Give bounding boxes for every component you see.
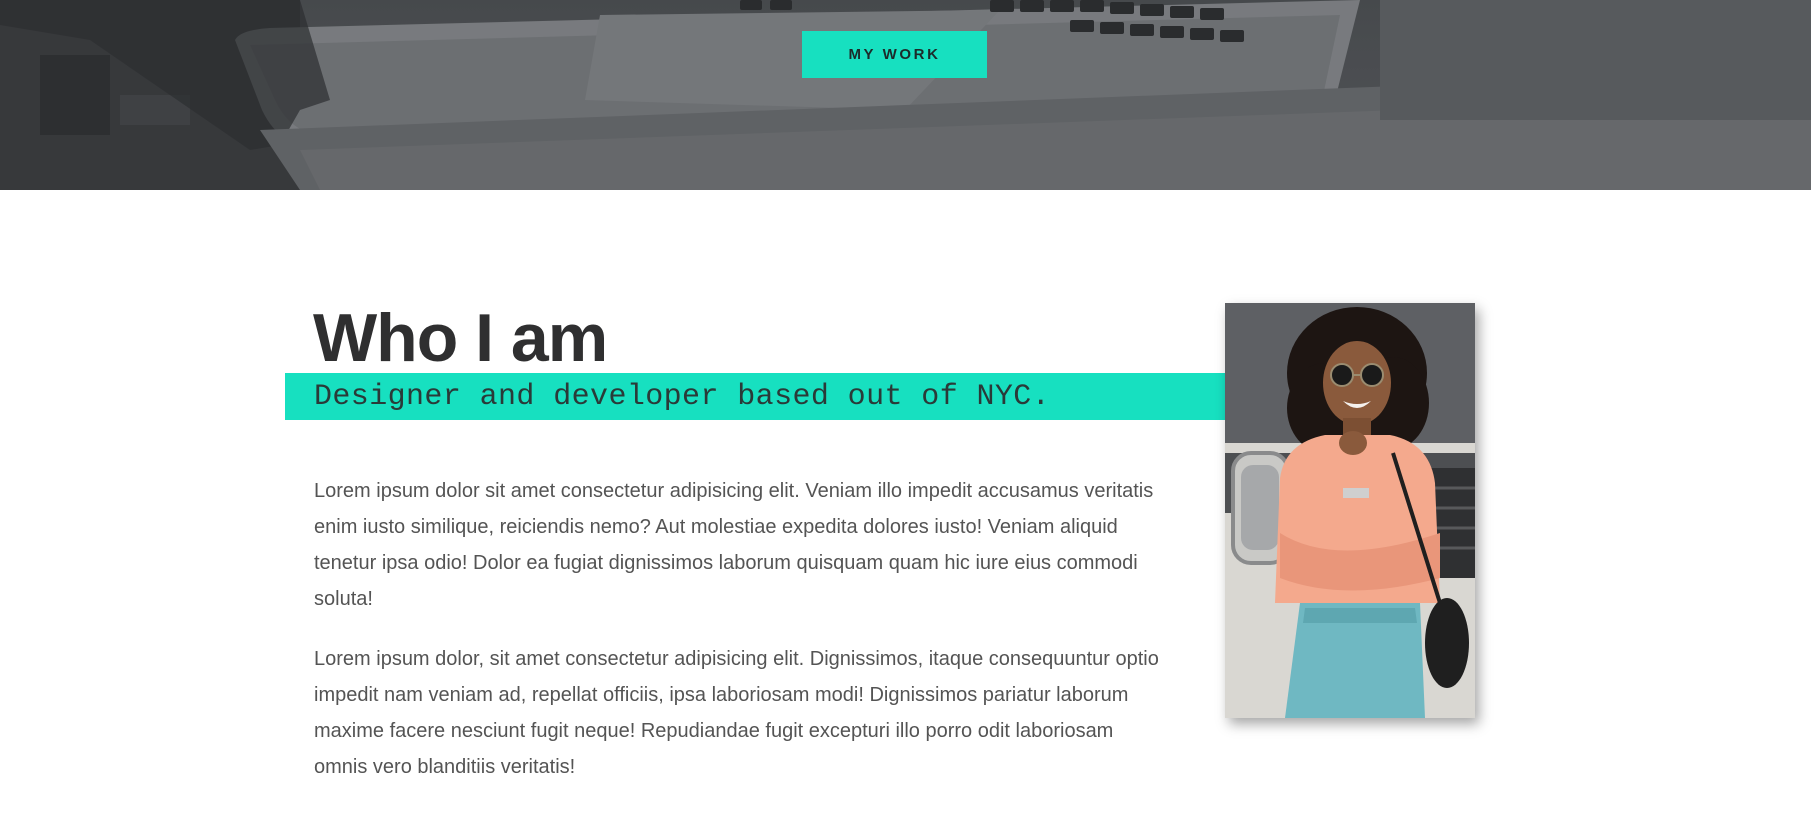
portrait-photo [1225,303,1475,718]
my-work-button[interactable]: MY WORK [802,31,987,78]
about-paragraph-2: Lorem ipsum dolor, sit amet consectetur … [314,648,1159,778]
about-subtitle: Designer and developer based out of NYC. [314,379,1051,414]
about-title: Who I am [313,300,608,376]
hero-section: MY WORK [0,0,1811,190]
hero-overlay [0,0,1811,190]
person-photo-icon [1225,303,1475,718]
about-paragraph-1: Lorem ipsum dolor sit amet consectetur a… [314,480,1154,610]
